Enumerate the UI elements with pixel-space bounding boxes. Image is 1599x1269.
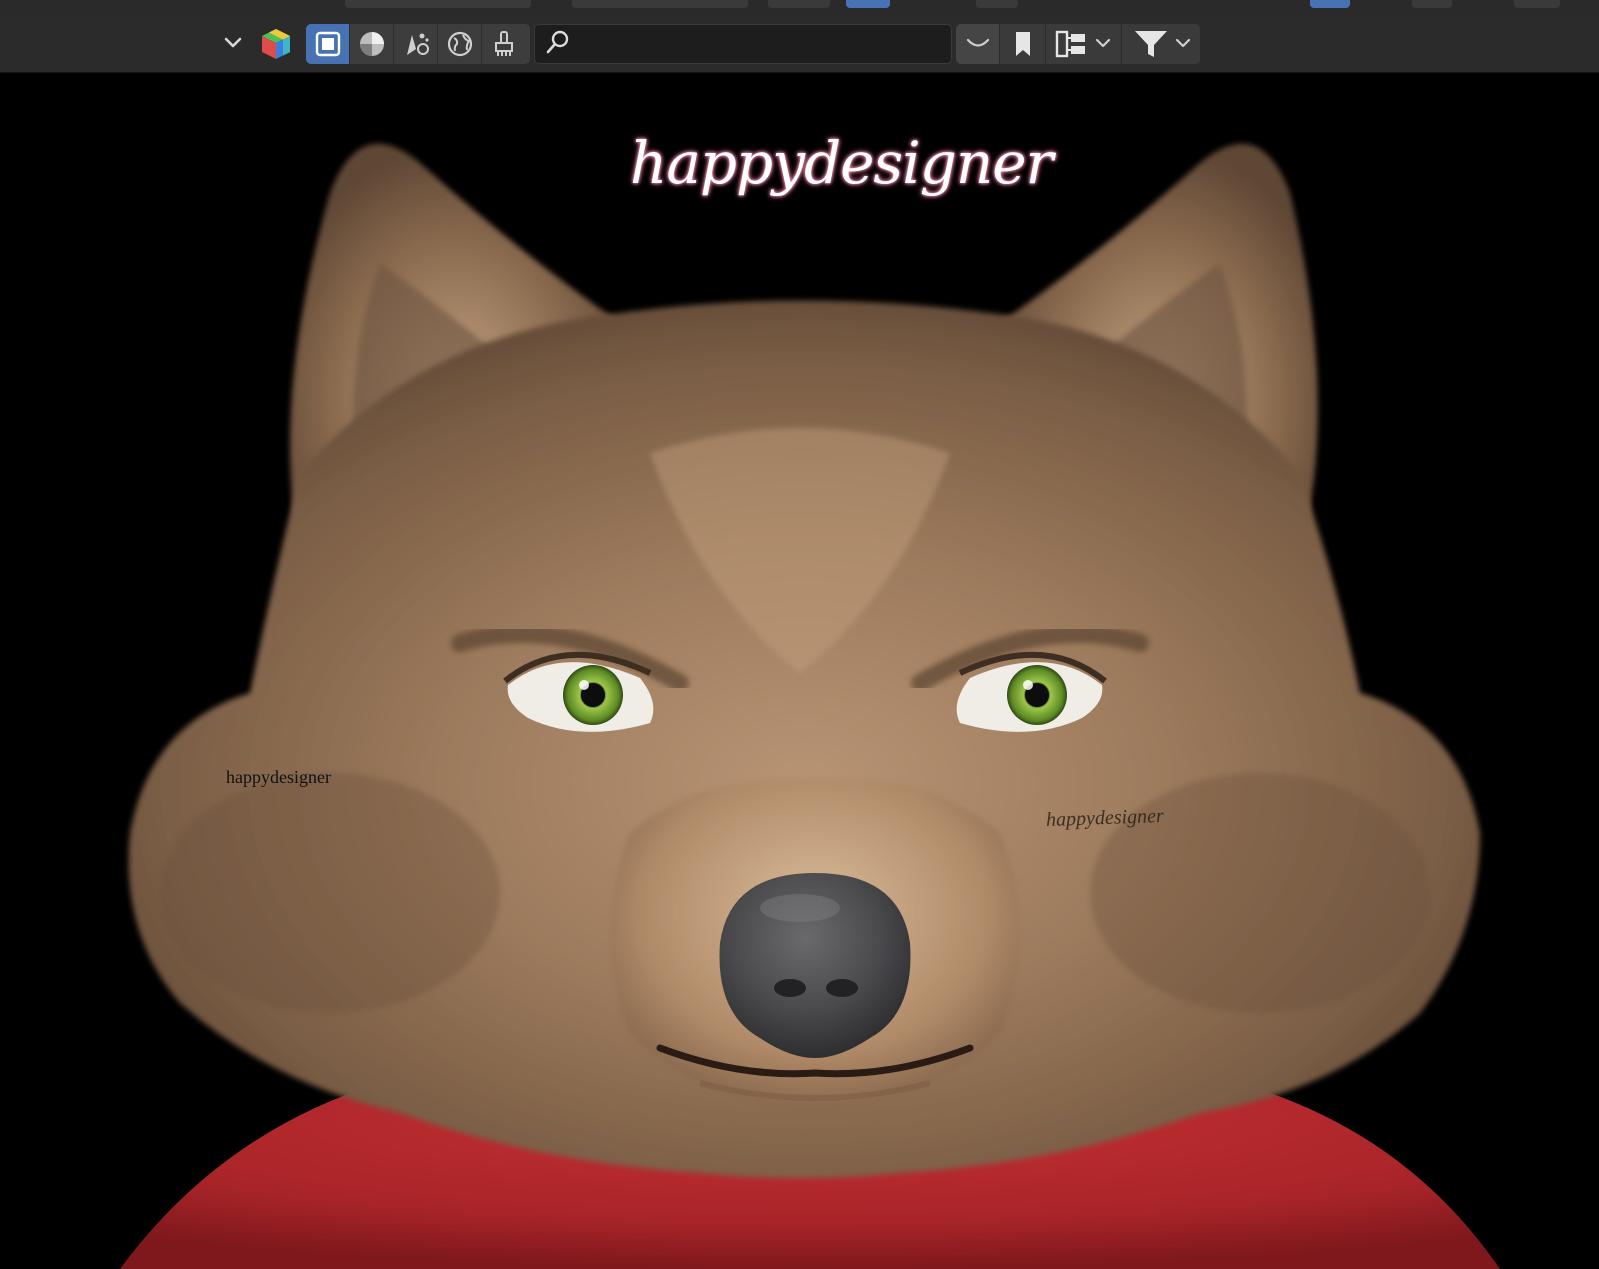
world-icon[interactable] [438, 24, 482, 64]
brush-icon[interactable] [482, 24, 526, 64]
mode-button-group [306, 24, 530, 64]
top-bar-segment-active[interactable] [846, 0, 890, 8]
outliner-header [0, 14, 1599, 73]
blender-window: happydesigner happydesigner happydesigne… [0, 0, 1599, 1269]
top-bar-segment[interactable] [1412, 0, 1452, 8]
outliner-controls [956, 24, 1200, 64]
chevron-down-icon[interactable] [222, 32, 244, 54]
watermark-title: happydesigner [630, 129, 1053, 197]
viewport-display-icon[interactable] [956, 24, 1000, 64]
search-input[interactable] [579, 34, 923, 54]
search-icon [545, 29, 571, 59]
top-bar-segment[interactable] [345, 0, 531, 8]
render-viewport[interactable]: happydesigner happydesigner happydesigne… [0, 73, 1599, 1269]
shading-icon[interactable] [350, 24, 394, 64]
top-bar [0, 0, 1599, 15]
wolf-render [120, 143, 1500, 1269]
search-input-wrapper [534, 24, 952, 64]
select-box-icon[interactable] [306, 24, 350, 64]
top-bar-segment-active[interactable] [1310, 0, 1350, 8]
top-bar-segment[interactable] [768, 0, 830, 8]
bookmark-icon[interactable] [1000, 24, 1046, 64]
watermark-left: happydesigner [226, 767, 331, 787]
watermark-right: happydesigner [1045, 804, 1165, 832]
filter-icon[interactable] [1122, 24, 1200, 64]
top-bar-segment[interactable] [976, 0, 1018, 8]
particles-icon[interactable] [394, 24, 438, 64]
top-bar-segment[interactable] [572, 0, 748, 8]
top-bar-segment[interactable] [1514, 0, 1560, 8]
cube-icon[interactable] [258, 26, 294, 62]
hierarchy-icon[interactable] [1046, 24, 1122, 64]
